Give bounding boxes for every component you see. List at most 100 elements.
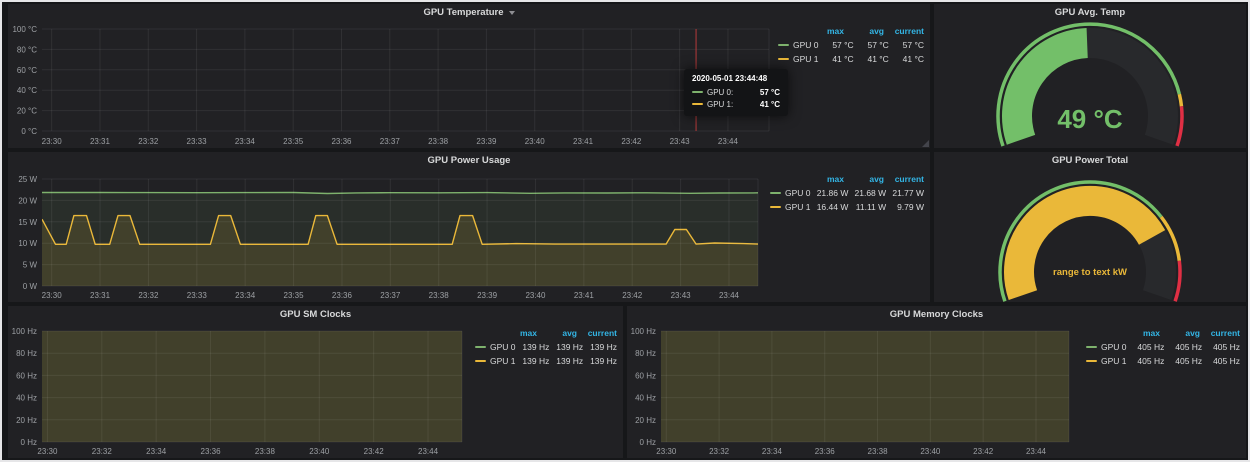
x-axis-tick: 23:40 — [525, 137, 546, 146]
legend-gpu-sm-clocks: maxavgcurrentGPU 0139 Hz139 Hz139 HzGPU … — [471, 323, 623, 458]
panel-gpu-power-total: GPU Power Total range to text kW — [934, 152, 1246, 302]
series-color-dash-icon — [778, 44, 789, 46]
tooltip-series-row: GPU 1:41 °C — [692, 98, 780, 110]
legend-stat-current: 405 Hz — [1202, 356, 1240, 366]
series-color-dash-icon — [475, 346, 486, 348]
y-axis-tick: 40 Hz — [16, 394, 37, 403]
x-axis-tick: 23:30 — [656, 447, 677, 456]
series-color-dash-icon — [778, 58, 789, 60]
gpu-power-usage-plot: 0 W5 W10 W15 W20 W25 W23:3023:3123:3223:… — [8, 169, 766, 302]
gpu-memory-clocks-chart[interactable]: 0 Hz20 Hz40 Hz60 Hz80 Hz100 Hz23:3023:32… — [627, 323, 1082, 458]
legend-stat-current: 139 Hz — [583, 356, 617, 366]
legend-series-toggle-gpu-1[interactable]: GPU 1 — [471, 356, 516, 366]
y-axis-tick: 20 W — [18, 196, 37, 205]
legend-series-toggle-gpu-1[interactable]: GPU 1 — [766, 202, 811, 212]
legend-header-max[interactable]: max — [1120, 328, 1160, 338]
tooltip-series-row: GPU 0:57 °C — [692, 86, 780, 98]
panel-title-gpu-sm-clocks[interactable]: GPU SM Clocks — [8, 306, 623, 323]
series-color-dash-icon — [770, 192, 781, 194]
gpu-power-usage-chart[interactable]: 0 W5 W10 W15 W20 W25 W23:3023:3123:3223:… — [8, 169, 766, 302]
legend-stat-current: 41 °C — [889, 54, 924, 64]
panel-title-gpu-power-total[interactable]: GPU Power Total — [934, 152, 1246, 169]
panel-title-gpu-memory-clocks[interactable]: GPU Memory Clocks — [627, 306, 1246, 323]
x-axis-tick: 23:36 — [332, 291, 353, 300]
gauge-value-text: 49 °C — [1057, 104, 1123, 134]
legend-header-avg[interactable]: avg — [844, 174, 884, 184]
y-axis-tick: 40 °C — [17, 86, 37, 95]
x-axis-tick: 23:44 — [719, 291, 740, 300]
y-axis-tick: 25 W — [18, 175, 37, 184]
legend-gpu-power-usage: maxavgcurrentGPU 021.86 W21.68 W21.77 WG… — [766, 169, 930, 302]
gpu-sm-clocks-chart[interactable]: 0 Hz20 Hz40 Hz60 Hz80 Hz100 Hz23:3023:32… — [8, 323, 471, 458]
legend-header-avg[interactable]: avg — [1160, 328, 1200, 338]
panel-gpu-memory-clocks: GPU Memory Clocks 0 Hz20 Hz40 Hz60 Hz80 … — [627, 306, 1246, 458]
legend-series-name: GPU 0 — [785, 188, 811, 198]
legend-gpu-temperature: maxavgcurrentGPU 057 °C57 °C57 °CGPU 141… — [774, 21, 930, 148]
x-axis-tick: 23:41 — [574, 291, 595, 300]
x-axis-tick: 23:39 — [477, 291, 498, 300]
legend-stat-max: 405 Hz — [1127, 342, 1165, 352]
gpu-avg-temp-gauge: 49 °C — [934, 21, 1246, 148]
x-axis-tick: 23:34 — [146, 447, 167, 456]
gpu-power-total-plot: range to text kW — [934, 169, 1246, 302]
x-axis-tick: 23:44 — [418, 447, 439, 456]
gauge-value-text: range to text kW — [1053, 267, 1127, 278]
x-axis-tick: 23:33 — [187, 291, 208, 300]
y-axis-tick: 40 Hz — [635, 394, 656, 403]
legend-header-max[interactable]: max — [804, 174, 844, 184]
legend-series-toggle-gpu-0[interactable]: GPU 0 — [766, 188, 811, 198]
legend-header-current[interactable]: current — [577, 328, 617, 338]
legend-series-name: GPU 1 — [793, 54, 819, 64]
legend-stat-avg: 139 Hz — [549, 342, 583, 352]
panel-resize-handle[interactable] — [922, 140, 929, 147]
legend-stat-max: 139 Hz — [516, 342, 550, 352]
legend-series-name: GPU 0 — [1101, 342, 1127, 352]
legend-series-toggle-gpu-1[interactable]: GPU 1 — [1082, 356, 1127, 366]
x-axis-tick: 23:42 — [621, 137, 642, 146]
x-axis-tick: 23:36 — [201, 447, 222, 456]
legend-stat-avg: 139 Hz — [549, 356, 583, 366]
y-axis-tick: 80 °C — [17, 45, 37, 54]
x-axis-tick: 23:39 — [476, 137, 497, 146]
gpu-sm-clocks-plot: 0 Hz20 Hz40 Hz60 Hz80 Hz100 Hz23:3023:32… — [8, 323, 471, 458]
panel-title-gpu-power-usage[interactable]: GPU Power Usage — [8, 152, 930, 169]
legend-header-max[interactable]: max — [804, 26, 844, 36]
x-axis-tick: 23:30 — [37, 447, 58, 456]
x-axis-tick: 23:35 — [283, 137, 304, 146]
panel-title-gpu-temperature[interactable]: GPU Temperature — [8, 4, 930, 21]
x-axis-tick: 23:38 — [429, 291, 450, 300]
x-axis-tick: 23:32 — [138, 137, 159, 146]
panel-gpu-temperature: GPU Temperature 2020-05-01 23:44:48 GPU … — [8, 4, 930, 148]
legend-series-name: GPU 0 — [490, 342, 516, 352]
legend-header-row: maxavgcurrent — [774, 24, 924, 38]
legend-header-current[interactable]: current — [884, 26, 924, 36]
y-axis-tick: 60 Hz — [635, 371, 656, 380]
legend-header-avg[interactable]: avg — [537, 328, 577, 338]
x-axis-tick: 23:40 — [309, 447, 330, 456]
legend-series-toggle-gpu-0[interactable]: GPU 0 — [1082, 342, 1127, 352]
panel-title-text: GPU Temperature — [423, 7, 503, 18]
legend-header-current[interactable]: current — [1200, 328, 1240, 338]
y-axis-tick: 0 Hz — [21, 438, 37, 447]
x-axis-tick: 23:32 — [138, 291, 159, 300]
gpu-temperature-chart[interactable]: 2020-05-01 23:44:48 GPU 0:57 °CGPU 1:41 … — [8, 21, 774, 148]
legend-series-name: GPU 1 — [1101, 356, 1127, 366]
panel-title-gpu-avg-temp[interactable]: GPU Avg. Temp — [934, 4, 1246, 21]
legend-stat-current: 139 Hz — [583, 342, 617, 352]
x-axis-tick: 23:42 — [973, 447, 994, 456]
legend-series-toggle-gpu-0[interactable]: GPU 0 — [774, 40, 819, 50]
legend-series-name: GPU 0 — [793, 40, 819, 50]
gpu-temperature-plot: 0 °C20 °C40 °C60 °C80 °C100 °C23:3023:31… — [8, 21, 774, 148]
legend-header-avg[interactable]: avg — [844, 26, 884, 36]
x-axis-tick: 23:31 — [90, 137, 111, 146]
y-axis-tick: 10 W — [18, 239, 37, 248]
legend-stat-avg: 405 Hz — [1164, 356, 1202, 366]
legend-header-current[interactable]: current — [884, 174, 924, 184]
series-color-dash-icon — [692, 103, 703, 105]
legend-series-toggle-gpu-0[interactable]: GPU 0 — [471, 342, 516, 352]
legend-header-max[interactable]: max — [497, 328, 537, 338]
legend-series-toggle-gpu-1[interactable]: GPU 1 — [774, 54, 819, 64]
y-axis-tick: 100 Hz — [12, 327, 37, 336]
x-axis-tick: 23:40 — [920, 447, 941, 456]
legend-stat-current: 21.77 W — [886, 188, 924, 198]
